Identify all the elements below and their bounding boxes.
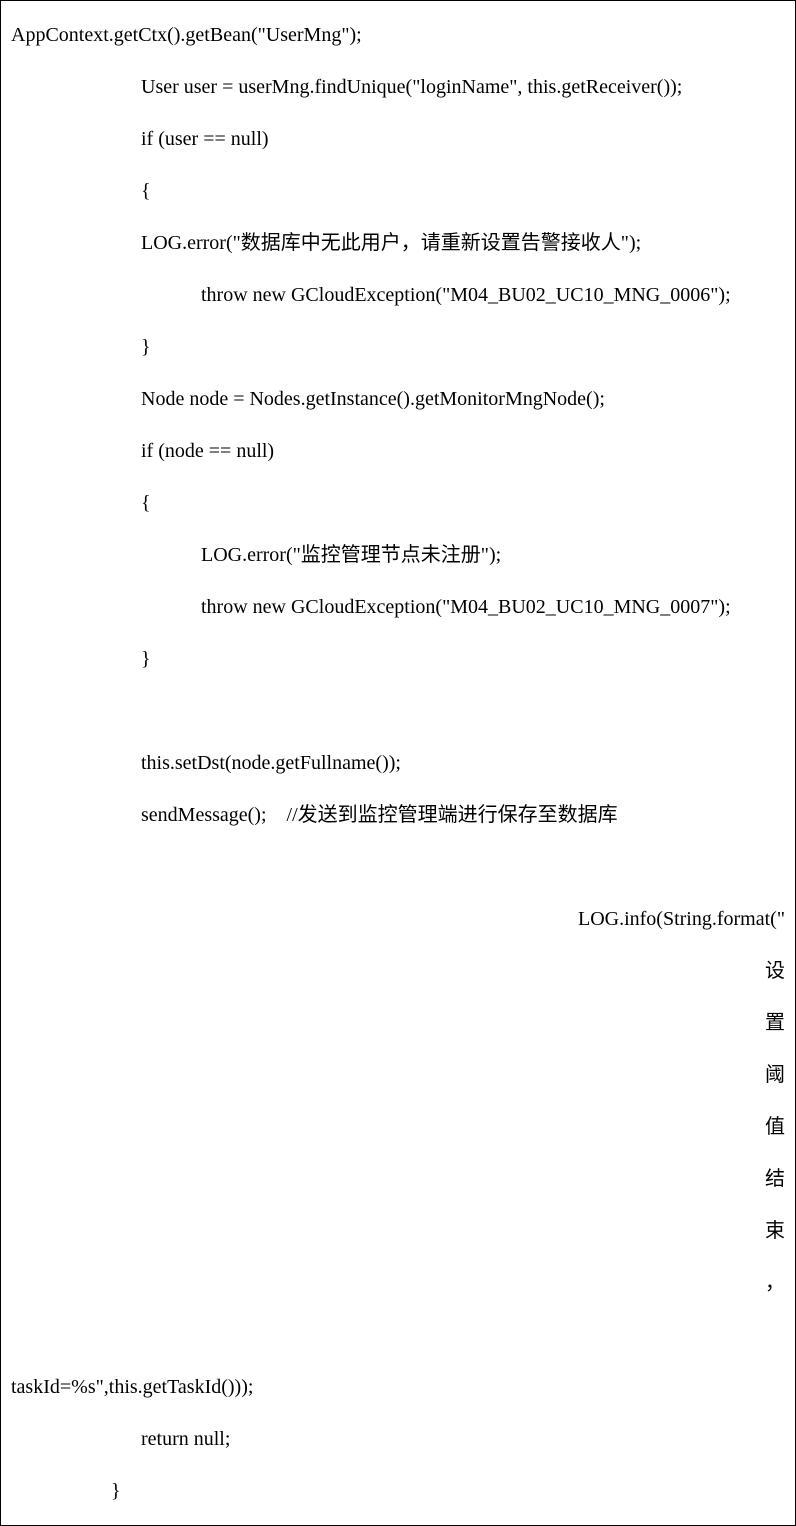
code-line: if (user == null)	[11, 113, 785, 165]
code-line: }	[11, 633, 785, 685]
code-line: User user = userMng.findUnique("loginNam…	[11, 61, 785, 113]
code-line: return null;	[11, 1413, 785, 1465]
code-text: 束	[765, 1220, 785, 1242]
code-line: throw new GCloudException("M04_BU02_UC10…	[11, 269, 785, 321]
code-line: LOG.info(String.format(" 设 置 阈 值 结 束 ，	[11, 841, 785, 1361]
code-text: 阈	[765, 1064, 785, 1086]
code-text: LOG.info(String.format("	[578, 908, 785, 930]
code-line: taskId=%s",this.getTaskId()));	[11, 1361, 785, 1413]
code-line: if (node == null)	[11, 425, 785, 477]
code-text: 值	[765, 1116, 785, 1138]
code-line: {	[11, 477, 785, 529]
code-block: AppContext.getCtx().getBean("UserMng"); …	[0, 0, 796, 1526]
code-line: LOG.error("监控管理节点未注册");	[11, 529, 785, 581]
code-text: ，	[765, 1272, 785, 1294]
code-line: AppContext.getCtx().getBean("UserMng");	[11, 9, 785, 61]
code-line: this.setDst(node.getFullname());	[11, 737, 785, 789]
code-line: sendMessage(); //发送到监控管理端进行保存至数据库	[11, 789, 785, 841]
code-line: }	[11, 1465, 785, 1517]
code-text: 置	[765, 1012, 785, 1034]
code-text: 设	[765, 960, 785, 982]
code-line: Node node = Nodes.getInstance().getMonit…	[11, 373, 785, 425]
code-line: LOG.error("数据库中无此用户，请重新设置告警接收人");	[11, 217, 785, 269]
code-line: }	[11, 321, 785, 373]
code-line	[11, 685, 785, 737]
code-text: 结	[765, 1168, 785, 1190]
code-line: {	[11, 165, 785, 217]
code-line: throw new GCloudException("M04_BU02_UC10…	[11, 581, 785, 633]
